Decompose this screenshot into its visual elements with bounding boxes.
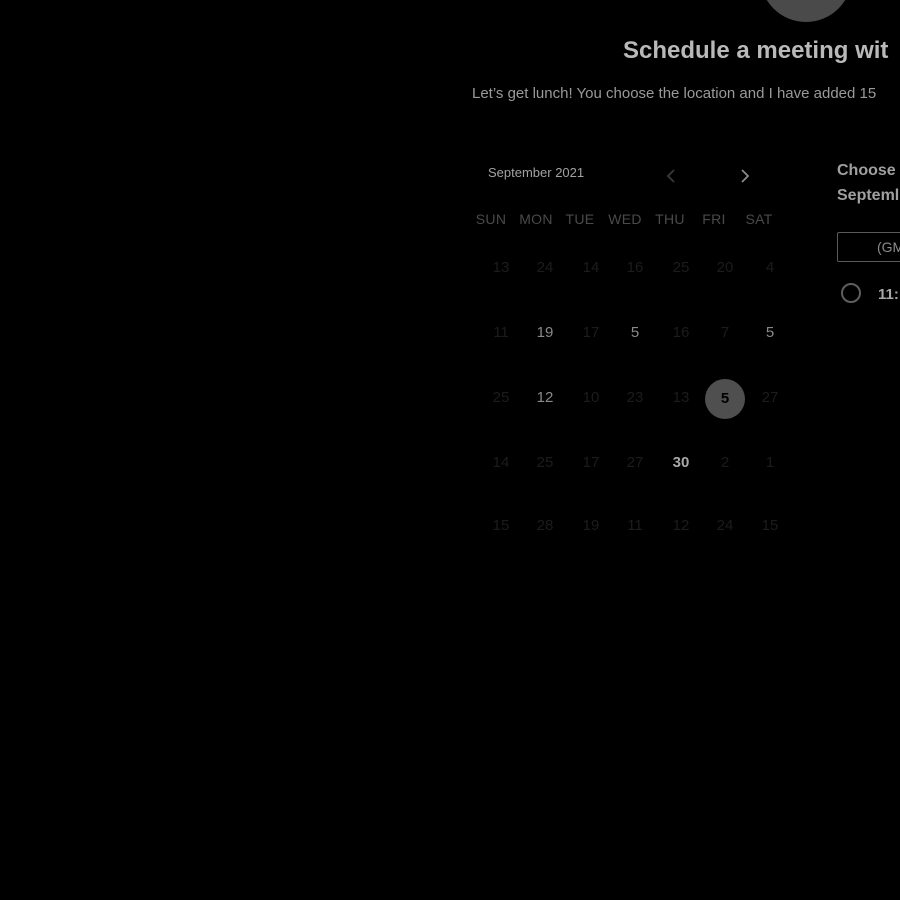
calendar-day[interactable]: 15 xyxy=(750,506,790,546)
previous-month-button[interactable] xyxy=(662,166,682,186)
calendar-day[interactable]: 2 xyxy=(705,443,745,483)
calendar-day[interactable]: 25 xyxy=(525,443,565,483)
calendar-day[interactable]: 25 xyxy=(481,378,521,418)
calendar-day[interactable]: 4 xyxy=(750,248,790,288)
calendar-day[interactable]: 30 xyxy=(661,443,701,483)
next-month-button[interactable] xyxy=(735,166,755,186)
weekday-label: WED xyxy=(608,211,642,227)
chevron-left-icon xyxy=(666,169,675,183)
meeting-description: Let’s get lunch! You choose the location… xyxy=(472,85,877,102)
calendar-day[interactable]: 25 xyxy=(661,248,701,288)
calendar-day[interactable]: 14 xyxy=(481,443,521,483)
calendar-day[interactable]: 13 xyxy=(661,378,701,418)
calendar-day[interactable]: 16 xyxy=(661,313,701,353)
timezone-value: (GM xyxy=(877,239,900,255)
calendar-day[interactable]: 27 xyxy=(615,443,655,483)
calendar-day[interactable]: 11 xyxy=(481,313,521,353)
calendar-day[interactable]: 7 xyxy=(705,313,745,353)
calendar-day[interactable]: 15 xyxy=(481,506,521,546)
calendar-day[interactable]: 1 xyxy=(750,443,790,483)
calendar-day[interactable]: 14 xyxy=(571,248,611,288)
weekday-label: TUE xyxy=(565,211,595,227)
timezone-select[interactable]: (GM xyxy=(837,232,900,262)
time-slot-radio[interactable] xyxy=(841,283,861,303)
scheduling-page: Schedule a meeting wit Let’s get lunch! … xyxy=(0,0,900,900)
calendar-day[interactable]: 12 xyxy=(525,378,565,418)
calendar-day[interactable]: 19 xyxy=(571,506,611,546)
calendar-day[interactable]: 12 xyxy=(661,506,701,546)
calendar-day[interactable]: 17 xyxy=(571,443,611,483)
weekday-label: FRI xyxy=(702,211,726,227)
calendar-day[interactable]: 28 xyxy=(525,506,565,546)
time-slot-label[interactable]: 11: xyxy=(878,286,899,303)
calendar-day[interactable]: 24 xyxy=(705,506,745,546)
calendar-month-label: September 2021 xyxy=(488,165,585,180)
calendar-day[interactable]: 16 xyxy=(615,248,655,288)
calendar-day-selected[interactable]: 5 xyxy=(705,379,745,419)
host-avatar xyxy=(760,0,852,22)
weekday-label: THU xyxy=(655,211,685,227)
calendar-day[interactable]: 10 xyxy=(571,378,611,418)
time-panel-date-line: Septeml xyxy=(837,187,900,204)
chevron-right-icon xyxy=(741,169,750,183)
calendar-day[interactable]: 27 xyxy=(750,378,790,418)
weekday-label: SAT xyxy=(745,211,773,227)
calendar-day[interactable]: 13 xyxy=(481,248,521,288)
calendar-day[interactable]: 19 xyxy=(525,313,565,353)
time-panel-heading: Choose Septeml xyxy=(837,158,900,208)
calendar-day[interactable]: 23 xyxy=(615,378,655,418)
calendar-day[interactable]: 5 xyxy=(615,313,655,353)
calendar-day[interactable]: 5 xyxy=(750,313,790,353)
weekday-label: MON xyxy=(519,211,553,227)
calendar-day[interactable]: 20 xyxy=(705,248,745,288)
weekday-label: SUN xyxy=(475,211,507,227)
calendar-day[interactable]: 17 xyxy=(571,313,611,353)
calendar-day[interactable]: 11 xyxy=(615,506,655,546)
time-panel-heading-line: Choose xyxy=(837,162,896,179)
calendar-day[interactable]: 24 xyxy=(525,248,565,288)
page-title: Schedule a meeting wit xyxy=(623,37,889,64)
